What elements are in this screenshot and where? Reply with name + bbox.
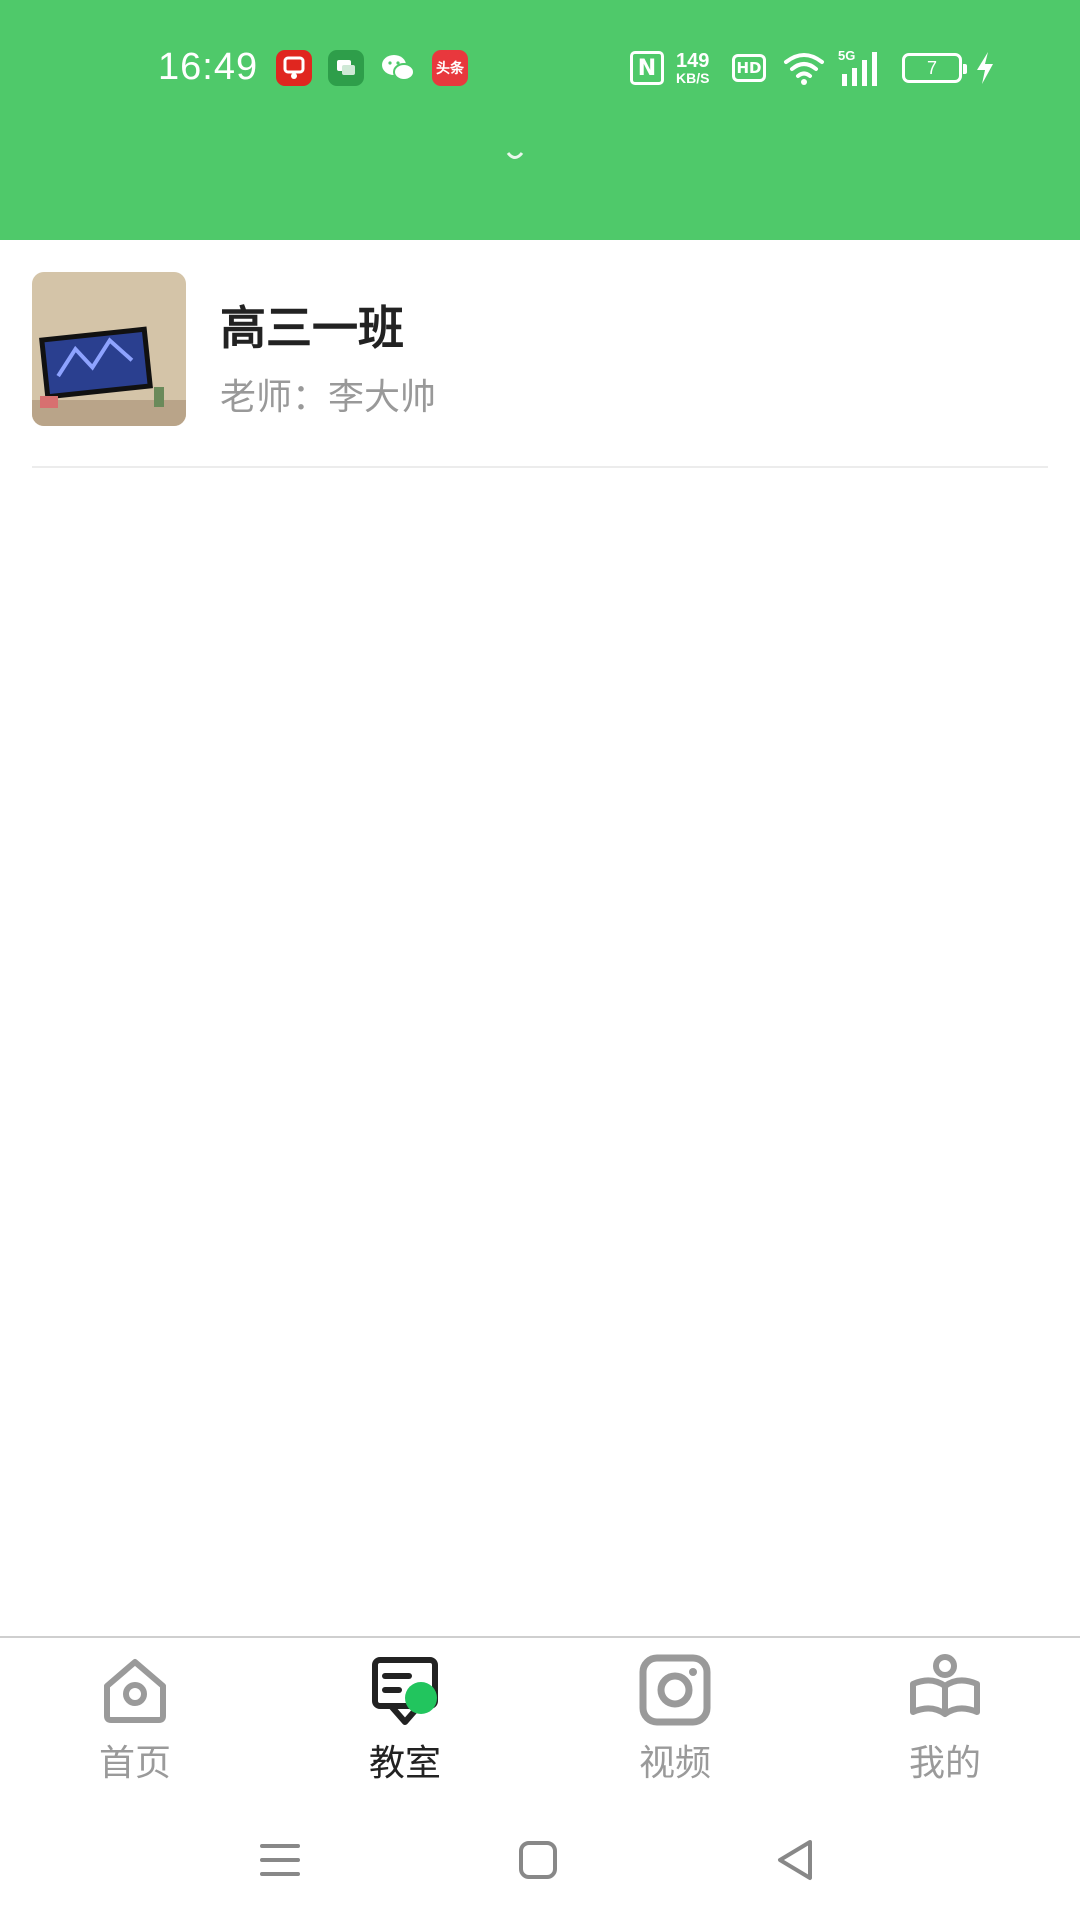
system-navigation-bar [0, 1800, 1080, 1920]
profile-icon [910, 1654, 980, 1717]
status-time: 16:49 [158, 46, 259, 88]
classroom-icon [372, 1657, 438, 1725]
back-icon[interactable] [766, 1830, 826, 1890]
network-speed: 149 KB/S [676, 50, 710, 86]
tab-profile[interactable]: 我的 [875, 1650, 1015, 1800]
tab-classroom-label: 教室 [368, 1743, 441, 1784]
pdd-app-icon [276, 50, 312, 86]
signal-icon: 5G [838, 48, 884, 88]
video-icon [639, 1654, 711, 1726]
home-icon [104, 1659, 166, 1723]
app-header: 16:49 头条 N 149 KB/S HD 5G 7 [0, 0, 1080, 240]
nfc-icon: N [630, 48, 664, 88]
tab-classroom[interactable]: 教室 [335, 1650, 475, 1800]
tab-video-label: 视频 [638, 1743, 711, 1784]
loading-indicator-icon [506, 152, 524, 159]
wifi-icon [782, 48, 826, 88]
tab-video[interactable]: 视频 [605, 1650, 745, 1800]
class-teacher: 老师：李大帅 [220, 377, 437, 418]
tab-home[interactable]: 首页 [65, 1650, 205, 1800]
charging-icon [974, 48, 996, 88]
class-thumbnail [32, 272, 186, 426]
battery-icon: 7 [902, 48, 967, 88]
bottom-tab-bar: 首页 教室 视频 我的 [0, 1636, 1080, 1800]
toutiao-icon: 头条 [432, 50, 468, 86]
tab-profile-label: 我的 [908, 1743, 981, 1784]
wechat-icon [380, 50, 416, 86]
home-button-icon[interactable] [508, 1830, 568, 1890]
menu-icon[interactable] [250, 1830, 310, 1890]
list-divider [32, 466, 1048, 468]
class-list-item[interactable]: 高三一班 老师：李大帅 [32, 272, 1048, 468]
tab-home-label: 首页 [98, 1743, 171, 1784]
hd-icon: HD [732, 48, 766, 88]
message-app-icon [328, 50, 364, 86]
class-name: 高三一班 [220, 301, 404, 355]
